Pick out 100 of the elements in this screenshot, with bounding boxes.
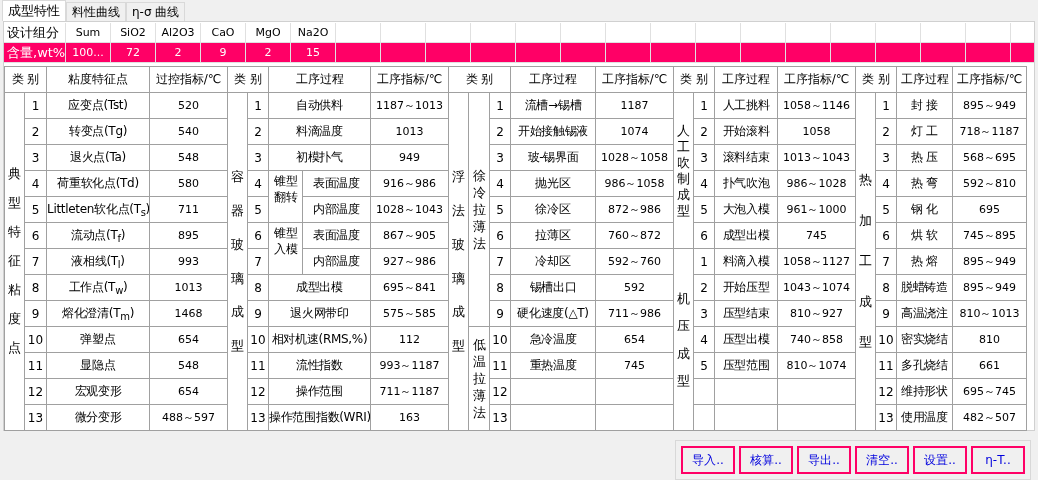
column-header: 类 别 xyxy=(673,66,715,93)
table-cell: 应变点(Tst) xyxy=(46,92,150,119)
table-cell: 72 xyxy=(111,43,156,63)
table-cell: 徐冷区 xyxy=(510,196,596,223)
column-header: 类 别 xyxy=(855,66,897,93)
row-number: 11 xyxy=(489,352,511,379)
row-number: 1 xyxy=(693,92,715,119)
column-header: 类 别 xyxy=(448,66,511,93)
row-number: 10 xyxy=(24,326,47,353)
row-number: 3 xyxy=(24,144,47,171)
row-number: 2 xyxy=(693,274,715,301)
table-cell: 695～745 xyxy=(952,378,1027,405)
row-number: 13 xyxy=(247,404,269,431)
category-label: 典型特征粘度点 xyxy=(8,165,21,357)
row-number: 6 xyxy=(247,222,269,249)
row-number: 10 xyxy=(875,326,897,353)
row-number: 3 xyxy=(875,144,897,171)
table-cell: 718～1187 xyxy=(952,118,1027,145)
table-cell: 内部温度 xyxy=(302,248,371,275)
table-cell: 热 压 xyxy=(896,144,953,171)
table-cell: 微分变形 xyxy=(46,404,150,431)
action-button[interactable]: 设置.. xyxy=(913,446,967,474)
action-button[interactable]: 导出.. xyxy=(797,446,851,474)
column-header: 工序指标/℃ xyxy=(777,66,856,93)
table-cell: 重热温度 xyxy=(510,352,596,379)
table-cell: 661 xyxy=(952,352,1027,379)
table-cell: 内部温度 xyxy=(302,196,371,223)
table-cell: 拉薄区 xyxy=(510,222,596,249)
table-cell: 开始接触锡液 xyxy=(510,118,596,145)
row-number: 4 xyxy=(247,170,269,197)
table-cell: 成型出模 xyxy=(714,222,778,249)
table-cell: 2 xyxy=(246,43,291,63)
row-number: 1 xyxy=(489,92,511,119)
table-cell: 开始压型 xyxy=(714,274,778,301)
action-button[interactable]: 核算.. xyxy=(739,446,793,474)
row-number: 3 xyxy=(489,144,511,171)
category-label: 热加工成型 xyxy=(859,171,872,352)
table-cell: 灯 工 xyxy=(896,118,953,145)
column-header: 粘度特征点 xyxy=(46,66,150,93)
table-cell: 转变点(Tg) xyxy=(46,118,150,145)
row-number: 7 xyxy=(489,248,511,275)
table-cell: 冷却区 xyxy=(510,248,596,275)
action-button[interactable]: η-T.. xyxy=(971,446,1025,474)
tab[interactable]: η-σ 曲线 xyxy=(126,2,186,21)
table-cell: 液相线(T$_{l}$) xyxy=(46,248,150,275)
table-cell: 568～695 xyxy=(952,144,1027,171)
column-header: 类 别 xyxy=(4,66,47,93)
table-cell: 退火网带印 xyxy=(268,300,371,327)
row-number: 8 xyxy=(247,274,269,301)
row-number: 7 xyxy=(875,248,897,275)
table-cell: 显隐点 xyxy=(46,352,150,379)
row-number: 5 xyxy=(875,196,897,223)
row-number: 7 xyxy=(24,248,47,275)
subcategory-label: 锥型翻转 xyxy=(272,173,299,205)
table-cell: 钢 化 xyxy=(896,196,953,223)
row-number: 1 xyxy=(693,248,715,275)
table-cell: 弹塑点 xyxy=(46,326,150,353)
row-number: 11 xyxy=(247,352,269,379)
category-label: 容器玻璃成型 xyxy=(231,168,244,356)
table-cell: 维持形状 xyxy=(896,378,953,405)
category-label: 人工吹制成型 xyxy=(677,122,690,219)
table-cell: 锡槽出口 xyxy=(510,274,596,301)
table-cell: 成型出模 xyxy=(268,274,371,301)
table-cell: 使用温度 xyxy=(896,404,953,431)
highlighted-row[interactable]: 含量,wt% 100... 72 2 9 2 15 xyxy=(4,43,1034,63)
row-number: 2 xyxy=(489,118,511,145)
table-cell: 压型范围 xyxy=(714,352,778,379)
table-cell: 482～507 xyxy=(952,404,1027,431)
table-cell: 流动点(T$_{f}$) xyxy=(46,222,150,249)
action-button[interactable]: 清空.. xyxy=(855,446,909,474)
column-header: 工序过程 xyxy=(896,66,953,93)
table-cell: 695 xyxy=(952,196,1027,223)
action-button[interactable]: 导入.. xyxy=(681,446,735,474)
table-cell: 操作范围指数(WRI) xyxy=(268,404,371,431)
row-number: 11 xyxy=(24,352,47,379)
category-label: 浮法玻璃成型 xyxy=(452,168,465,356)
row-number: 8 xyxy=(489,274,511,301)
row-number: 2 xyxy=(24,118,47,145)
table-cell: 多孔烧结 xyxy=(896,352,953,379)
tab[interactable]: 成型特性 xyxy=(2,0,66,21)
subcategory-label: 锥型入模 xyxy=(272,225,299,257)
table-cell: 封 接 xyxy=(896,92,953,119)
table-cell: 退火点(Ta) xyxy=(46,144,150,171)
table-cell: 压型结束 xyxy=(714,300,778,327)
table-cell: 荷重软化点(Td) xyxy=(46,170,150,197)
row-number: 5 xyxy=(693,196,715,223)
subcategory-label: 低温拉薄法 xyxy=(472,336,486,421)
tab[interactable]: 料性曲线 xyxy=(66,2,126,21)
row-number: 1 xyxy=(24,92,47,119)
row-number: 10 xyxy=(247,326,269,353)
table-cell: 热 弯 xyxy=(896,170,953,197)
column-header: 工序指标/℃ xyxy=(595,66,674,93)
row-number: 10 xyxy=(489,326,511,353)
column-header: 过控指标/℃ xyxy=(149,66,228,93)
table-cell: 表面温度 xyxy=(302,170,371,197)
composition-row[interactable]: 设计组分 Sum SiO2 Al2O3 CaO MgO Na2O xyxy=(4,23,1034,43)
table-cell: 工作点(T$_{w}$) xyxy=(46,274,150,301)
table-cell: 人工挑料 xyxy=(714,92,778,119)
table-cell: 100... xyxy=(66,43,111,63)
row-number: 13 xyxy=(489,404,511,431)
